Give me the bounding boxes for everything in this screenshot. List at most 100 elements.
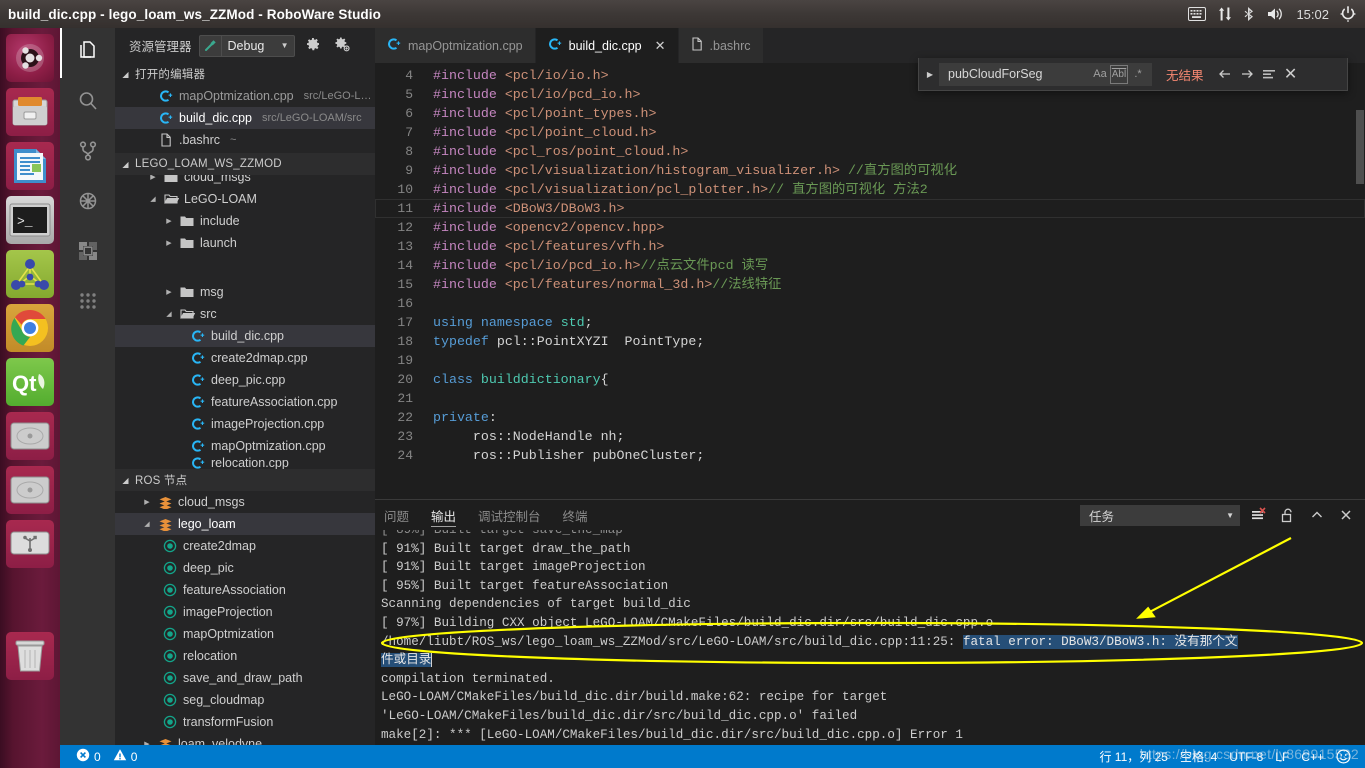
- ros-item-relocation[interactable]: relocation: [115, 645, 375, 667]
- launcher-item-ubuntu-dash[interactable]: [6, 34, 54, 82]
- open-editor-item-selected[interactable]: build_dic.cpp src/LeGO-LOAM/src: [115, 107, 375, 129]
- panel-tab-problems[interactable]: 问题: [384, 500, 409, 530]
- folder-open-icon: [179, 308, 195, 320]
- code-editor[interactable]: 4 #include <pcl/io/io.h> 5 #include <pcl/io…: [375, 63, 1365, 499]
- debug-config-select[interactable]: Debug ▼: [198, 34, 295, 57]
- ros-item-deep_pic[interactable]: deep_pic: [115, 557, 375, 579]
- activity-item-ros[interactable]: [60, 278, 115, 328]
- power-gear-icon[interactable]: [1340, 0, 1356, 28]
- tree-item-imageProjection-cpp[interactable]: imageProjection.cpp: [115, 413, 375, 435]
- ros-item-cloud_msgs[interactable]: ▶ cloud_msgs: [115, 491, 375, 513]
- tree-item-create2dmap-cpp[interactable]: create2dmap.cpp: [115, 347, 375, 369]
- ros-item-featureAssociation[interactable]: featureAssociation: [115, 579, 375, 601]
- status-problems[interactable]: 0 0: [70, 745, 143, 768]
- ros-item-create2dmap[interactable]: create2dmap: [115, 535, 375, 557]
- smiley-icon[interactable]: [1330, 745, 1357, 768]
- ros-item-lego_loam[interactable]: ◢ lego_loam: [115, 513, 375, 535]
- regex-icon[interactable]: .*: [1128, 65, 1148, 84]
- tree-item-src[interactable]: ◢ src: [115, 303, 375, 325]
- lock-icon[interactable]: [1278, 505, 1298, 525]
- output-channel-select[interactable]: 任务 ▼: [1080, 504, 1240, 526]
- folder-icon: [179, 215, 195, 227]
- open-editor-item[interactable]: .bashrc ~: [115, 129, 375, 151]
- panel-tab-output[interactable]: 输出: [431, 500, 457, 530]
- section-ros-nodes[interactable]: ◢ ROS 节点: [115, 469, 375, 491]
- network-updown-icon[interactable]: [1217, 0, 1233, 28]
- tree-item-launch[interactable]: ▶ launch: [115, 232, 375, 254]
- folder-open-icon: [163, 193, 179, 205]
- settings-button[interactable]: [302, 35, 324, 57]
- find-input[interactable]: pubCloudForSeg Aa Abl .*: [939, 62, 1152, 86]
- close-panel-icon[interactable]: [1336, 505, 1356, 525]
- tree-item-lego-loam[interactable]: ◢ LeGO-LOAM: [115, 188, 375, 210]
- activity-item-debug[interactable]: [60, 178, 115, 228]
- find-in-selection-icon[interactable]: [1258, 63, 1280, 85]
- maximize-panel-icon[interactable]: [1307, 505, 1327, 525]
- launcher-item-terminal[interactable]: >_: [6, 196, 54, 244]
- launcher-item-disk-1[interactable]: [6, 412, 54, 460]
- tree-item-deep_pic-cpp[interactable]: deep_pic.cpp: [115, 369, 375, 391]
- volume-icon[interactable]: [1267, 0, 1285, 28]
- cpp-icon: [190, 457, 206, 469]
- keyboard-icon[interactable]: [1188, 0, 1207, 28]
- panel-tab-terminal[interactable]: 终端: [563, 500, 588, 530]
- status-indentation[interactable]: 空格: 4: [1174, 745, 1223, 768]
- section-open-editors[interactable]: ◢ 打开的编辑器: [115, 63, 375, 85]
- clock[interactable]: 15:02: [1296, 7, 1329, 22]
- tree-item-msg[interactable]: ▶ msg: [115, 281, 375, 303]
- activity-item-extensions[interactable]: [60, 228, 115, 278]
- status-language-mode[interactable]: C++: [1295, 745, 1330, 768]
- ros-item-seg_cloudmap[interactable]: seg_cloudmap: [115, 689, 375, 711]
- editor-scrollbar[interactable]: [1355, 98, 1365, 499]
- error-path-text: /home/liubt/ROS_ws/lego_loam_ws_ZZMod/sr…: [381, 634, 963, 649]
- tab-bashrc[interactable]: .bashrc: [678, 28, 764, 63]
- launcher-item-chrome[interactable]: [6, 304, 54, 352]
- package-icon: [157, 738, 173, 745]
- toggle-replace-icon[interactable]: ▶: [921, 70, 939, 79]
- settings-alt-button[interactable]: [331, 35, 353, 57]
- tab-mapOptmization-cpp[interactable]: mapOptmization.cpp: [375, 28, 536, 63]
- whole-word-icon[interactable]: Abl: [1110, 64, 1128, 84]
- tree-item-featureAssociation-cpp[interactable]: featureAssociation.cpp: [115, 391, 375, 413]
- launcher-item-trash[interactable]: [6, 632, 54, 680]
- tab-close-icon[interactable]: ✕: [655, 38, 666, 54]
- scrollbar-thumb[interactable]: [1356, 110, 1364, 184]
- ros-item-imageProjection[interactable]: imageProjection: [115, 601, 375, 623]
- find-close-icon[interactable]: ✕: [1280, 63, 1302, 85]
- ros-item-transformFusion[interactable]: transformFusion: [115, 711, 375, 733]
- ros-item-save_and_draw_path[interactable]: save_and_draw_path: [115, 667, 375, 689]
- find-next-icon[interactable]: [1236, 63, 1258, 85]
- ros-item-loam_velodyne[interactable]: ▶ loam_velodyne: [115, 733, 375, 745]
- cpp-icon: [190, 395, 206, 409]
- tab-label: mapOptmization.cpp: [408, 38, 523, 53]
- status-encoding[interactable]: UTF-8: [1223, 745, 1269, 768]
- launcher-item-qt-creator[interactable]: Qt: [6, 358, 54, 406]
- ros-item-label: imageProjection: [183, 605, 273, 619]
- launcher-item-files[interactable]: [6, 88, 54, 136]
- clear-output-icon[interactable]: [1249, 505, 1269, 525]
- output-content[interactable]: [ 89%] Built target save_the_map [ 91%] …: [375, 530, 1365, 746]
- status-cursor-position[interactable]: 行 11，列 25: [1093, 745, 1173, 768]
- panel-tab-debug-console[interactable]: 调试控制台: [478, 500, 541, 530]
- tab-build_dic-cpp[interactable]: build_dic.cpp ✕: [535, 28, 679, 63]
- cpp-icon: [190, 351, 206, 365]
- tree-item-include[interactable]: ▶ include: [115, 210, 375, 232]
- tree-item-relocation-cpp[interactable]: relocation.cpp: [115, 457, 375, 469]
- launcher-item-rviz[interactable]: [6, 250, 54, 298]
- launcher-item-disk-2[interactable]: [6, 466, 54, 514]
- section-workspace[interactable]: ◢ LEGO_LOAM_WS_ZZMOD: [115, 153, 375, 175]
- launcher-item-libreoffice-writer[interactable]: [6, 142, 54, 190]
- open-editor-item[interactable]: mapOptmization.cpp src/LeGO-L…: [115, 85, 375, 107]
- tree-item-build_dic-cpp[interactable]: build_dic.cpp: [115, 325, 375, 347]
- bluetooth-icon[interactable]: [1244, 0, 1256, 28]
- activity-item-source-control[interactable]: [60, 128, 115, 178]
- tree-item-mapOptmization-cpp[interactable]: mapOptmization.cpp: [115, 435, 375, 457]
- launcher-item-usb-drive[interactable]: [6, 520, 54, 568]
- ros-item-mapOptmization[interactable]: mapOptmization: [115, 623, 375, 645]
- activity-item-explorer[interactable]: [60, 28, 115, 78]
- tree-item-cloud_msgs[interactable]: ▶ cloud_msgs: [115, 175, 375, 188]
- match-case-icon[interactable]: Aa: [1090, 65, 1110, 84]
- activity-item-search[interactable]: [60, 78, 115, 128]
- status-eol[interactable]: LF: [1269, 745, 1295, 768]
- find-previous-icon[interactable]: [1214, 63, 1236, 85]
